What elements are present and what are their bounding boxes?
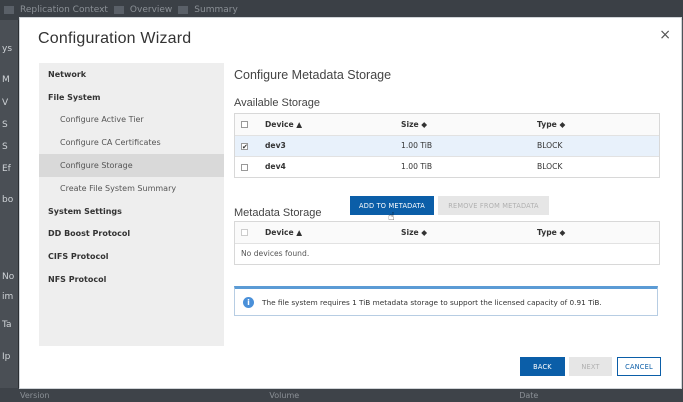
bg-tab-1: Replication Context	[20, 5, 108, 15]
available-storage-title: Available Storage	[234, 97, 321, 109]
close-icon[interactable]: ×	[659, 27, 671, 43]
bg-letter: Ip	[2, 352, 11, 362]
metadata-storage-table: Device ▲ Size ◆ Type ◆ No devices found.	[234, 221, 660, 265]
info-icon: i	[243, 296, 254, 308]
wizard-steps-sidebar: Network File System Configure Active Tie…	[39, 63, 224, 346]
bg-letter: S	[2, 120, 8, 130]
select-all-checkbox[interactable]	[241, 229, 248, 237]
device-cell: dev3	[259, 135, 395, 157]
page-heading: Configure Metadata Storage	[234, 68, 392, 82]
available-storage-table: Device ▲ Size ◆ Type ◆ ✔ dev3 1.00 TiB B…	[234, 113, 660, 178]
bg-tab-3: Summary	[194, 5, 238, 15]
type-cell: BLOCK	[531, 135, 659, 157]
row-checkbox[interactable]	[241, 163, 248, 171]
bg-letter: Ta	[2, 320, 12, 330]
back-button[interactable]: BACK	[520, 357, 565, 376]
type-cell: BLOCK	[537, 162, 563, 172]
bg-letter: V	[2, 98, 9, 108]
bg-col: Date	[519, 390, 539, 400]
table-header-row: Device ▲ Size ◆ Type ◆	[235, 222, 659, 244]
empty-row: No devices found.	[235, 243, 659, 264]
step-create-file-system-summary[interactable]: Create File System Summary	[39, 177, 224, 200]
column-type[interactable]: Type ◆	[531, 114, 659, 136]
bg-letter: S	[2, 142, 8, 152]
main-content: Configure Metadata Storage Available Sto…	[234, 68, 660, 265]
hand-cursor-icon: ☝	[388, 210, 395, 223]
dialog-title: Configuration Wizard	[38, 30, 192, 47]
bg-letter: M	[2, 75, 10, 85]
next-button[interactable]: NEXT	[569, 357, 612, 376]
bg-col: Version	[20, 390, 50, 400]
step-system-settings[interactable]: System Settings	[39, 200, 224, 223]
app-icon	[4, 6, 14, 14]
step-configure-ca-certificates[interactable]: Configure CA Certificates	[39, 131, 224, 154]
step-cifs-protocol[interactable]: CIFS Protocol	[39, 245, 224, 268]
remove-from-metadata-button[interactable]: REMOVE FROM METADATA	[438, 196, 549, 215]
step-configure-storage[interactable]: Configure Storage	[39, 154, 224, 177]
column-size[interactable]: Size ◆	[395, 114, 531, 136]
background-bottom-bar: Version Volume Date	[0, 388, 683, 402]
step-configure-active-tier[interactable]: Configure Active Tier	[39, 109, 224, 132]
table-row[interactable]: ✔ dev3 1.00 TiB BLOCK	[235, 135, 659, 157]
bg-letter: No	[2, 272, 15, 282]
column-size[interactable]: Size ◆	[395, 222, 531, 244]
empty-message: No devices found.	[241, 249, 310, 259]
device-cell: dev4	[265, 162, 286, 172]
row-checkbox-checked[interactable]: ✔	[241, 142, 248, 150]
tab-icon	[178, 6, 189, 14]
column-device[interactable]: Device ▲	[259, 114, 395, 136]
bg-letter: Ef	[2, 164, 11, 174]
step-file-system[interactable]: File System	[39, 86, 224, 109]
bg-tab-2: Overview	[129, 5, 173, 15]
table-header-row: Device ▲ Size ◆ Type ◆	[235, 114, 659, 136]
configuration-wizard-dialog: Configuration Wizard × Network File Syst…	[19, 17, 682, 389]
bg-letter: im	[2, 292, 14, 302]
column-device[interactable]: Device ▲	[259, 222, 395, 244]
table-row[interactable]: dev4 1.00 TiB BLOCK	[235, 156, 659, 177]
background-left-panel: ys M V S S Ef bo No im Ta Ip	[0, 20, 18, 402]
step-dd-boost-protocol[interactable]: DD Boost Protocol	[39, 223, 224, 246]
size-cell: 1.00 TiB	[395, 135, 531, 157]
select-all-checkbox[interactable]	[241, 121, 248, 129]
bg-letter: ys	[2, 44, 13, 54]
cancel-button[interactable]: CANCEL	[617, 357, 661, 376]
info-message: i The file system requires 1 TiB metadat…	[234, 286, 658, 316]
size-cell: 1.00 TiB	[401, 162, 433, 172]
step-nfs-protocol[interactable]: NFS Protocol	[39, 268, 224, 291]
tab-icon	[113, 6, 124, 14]
step-network[interactable]: Network	[39, 63, 224, 86]
bg-letter: bo	[2, 195, 14, 205]
column-type[interactable]: Type ◆	[531, 222, 659, 244]
info-text: The file system requires 1 TiB metadata …	[262, 297, 602, 307]
bg-col: Volume	[269, 390, 300, 400]
